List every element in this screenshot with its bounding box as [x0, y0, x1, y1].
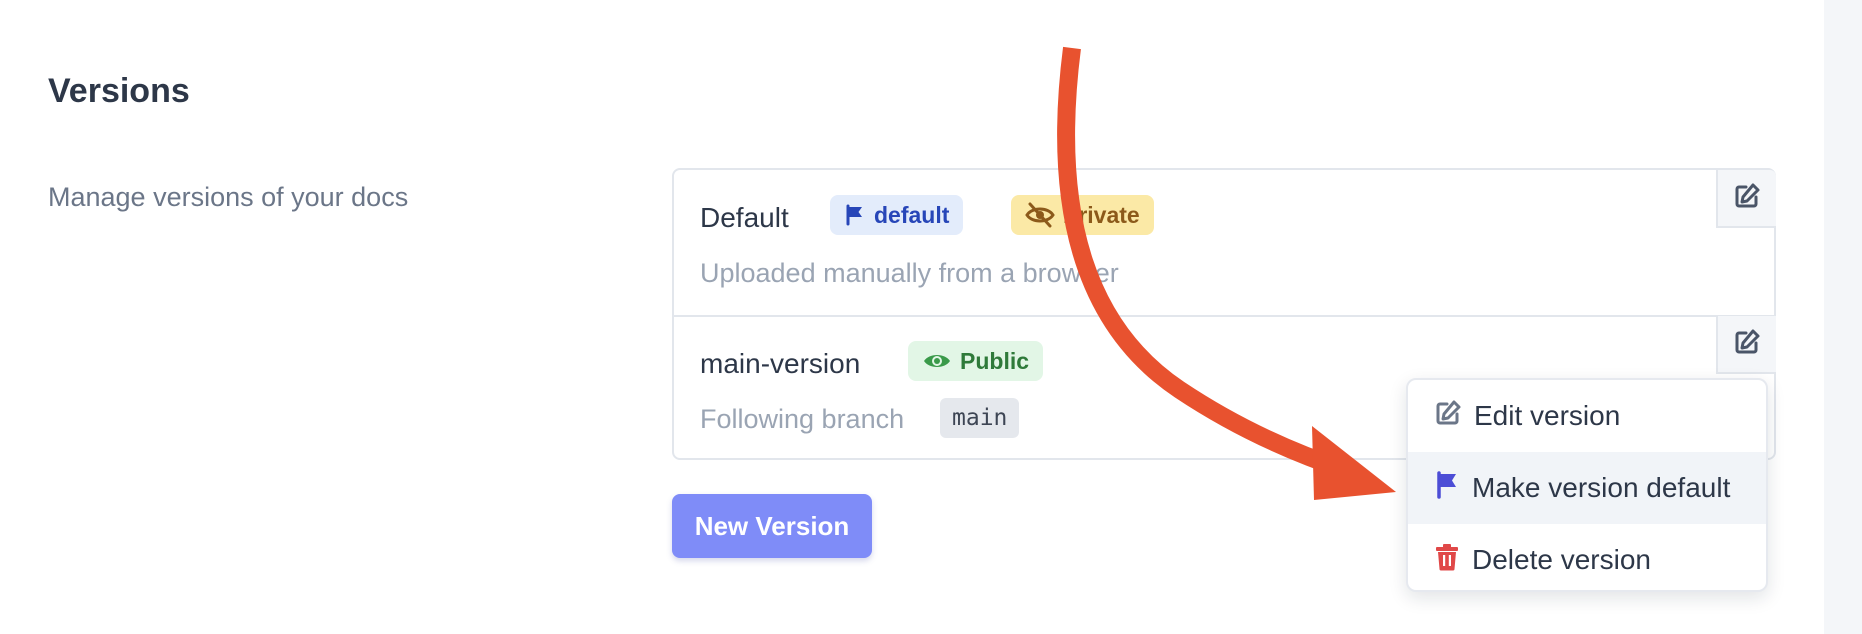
badge-label: Public	[960, 347, 1030, 374]
badge-label: Private	[1063, 201, 1140, 228]
eye-slash-icon	[1025, 202, 1055, 228]
menu-item-label: Delete version	[1472, 544, 1651, 575]
eye-icon	[922, 350, 952, 372]
right-gutter	[1824, 0, 1862, 634]
edit-version-button[interactable]	[1716, 316, 1776, 374]
menu-item-make-default[interactable]: Make version default	[1408, 452, 1766, 524]
menu-item-label: Edit version	[1474, 400, 1621, 431]
page-title: Versions	[48, 72, 190, 110]
version-name: Default	[700, 202, 789, 233]
trash-icon	[1434, 543, 1460, 578]
branch-label: Following branch	[700, 404, 905, 434]
edit-icon	[1733, 328, 1761, 361]
edit-icon	[1434, 399, 1462, 434]
version-actions-menu: Edit version Make version default Delete…	[1406, 378, 1768, 592]
flag-icon	[844, 204, 866, 226]
new-version-button[interactable]: New Version	[672, 494, 872, 558]
public-badge: Public	[908, 341, 1044, 381]
private-badge: Private	[1011, 195, 1154, 235]
menu-item-edit-version[interactable]: Edit version	[1408, 380, 1766, 452]
version-row-default: Default default Private Uploaded manuall…	[674, 170, 1776, 317]
section-description: Manage versions of your docs	[48, 182, 409, 212]
menu-item-delete-version[interactable]: Delete version	[1408, 524, 1766, 590]
badge-label: default	[874, 201, 950, 228]
flag-icon	[1434, 470, 1460, 506]
default-badge: default	[830, 195, 964, 235]
version-name: main-version	[700, 348, 861, 379]
edit-icon	[1733, 182, 1761, 215]
edit-version-button[interactable]	[1716, 170, 1776, 228]
version-source: Uploaded manually from a browser	[700, 258, 1119, 288]
menu-item-label: Make version default	[1472, 472, 1731, 503]
branch-name: main	[940, 398, 1020, 438]
